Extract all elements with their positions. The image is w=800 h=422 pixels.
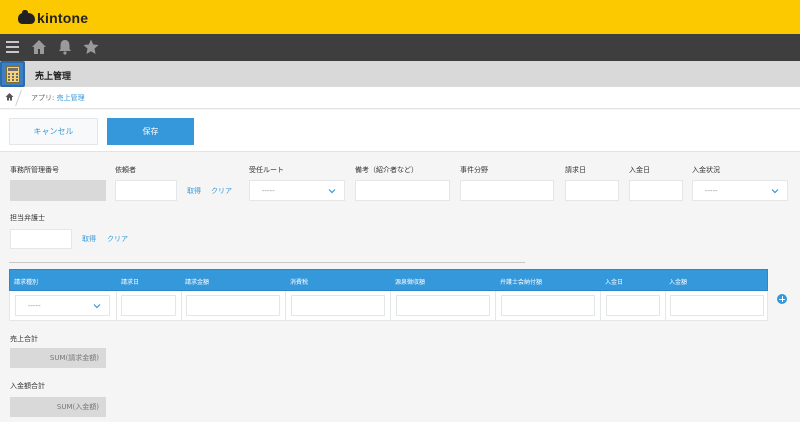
bell-icon[interactable] <box>56 38 74 56</box>
breadcrumb-prefix: アプリ: <box>31 94 57 102</box>
payment-total-label: 入金額合計 <box>10 382 45 390</box>
office-number-field <box>10 180 106 201</box>
row-billing-amount-input[interactable] <box>186 295 280 316</box>
payment-status-select[interactable]: ----- <box>692 180 788 201</box>
sales-total-label: 売上合計 <box>10 335 38 343</box>
star-icon[interactable] <box>82 38 100 56</box>
column-header: 消費税 <box>290 279 309 286</box>
home-icon[interactable] <box>30 38 48 56</box>
billing-type-value: ----- <box>28 301 41 310</box>
cell-divider <box>600 291 601 320</box>
chevron-down-icon <box>328 188 336 193</box>
row-withholding-input[interactable] <box>396 295 490 316</box>
requester-fetch-link[interactable]: 取得 <box>187 186 201 196</box>
sales-total-field: SUM(請求金額) <box>10 348 106 368</box>
requester-clear-link[interactable]: クリア <box>211 186 232 196</box>
billing-type-select[interactable]: ----- <box>15 295 110 316</box>
chevron-down-icon <box>93 303 101 308</box>
attorney-fetch-link[interactable]: 取得 <box>82 234 96 244</box>
logo-text: kintone <box>37 10 89 26</box>
requester-label: 依頼者 <box>115 166 136 174</box>
cell-divider <box>390 291 391 320</box>
column-header: 入金額 <box>669 279 688 286</box>
breadcrumb-text: アプリ: 売上管理 <box>31 93 85 103</box>
column-header: 弁護士会納付額 <box>500 279 543 286</box>
add-row-icon[interactable] <box>777 294 787 304</box>
menu-icon[interactable] <box>4 38 22 56</box>
cell-divider <box>285 291 286 320</box>
column-header: 請求日 <box>121 279 140 286</box>
payment-status-value: ----- <box>705 186 718 195</box>
row-tax-input[interactable] <box>291 295 385 316</box>
calculator-icon[interactable] <box>0 61 25 87</box>
global-nav <box>0 34 800 61</box>
section-divider <box>9 262 525 263</box>
requester-input[interactable] <box>115 180 177 201</box>
office-number-label: 事務所管理番号 <box>10 166 59 174</box>
action-bar: キャンセル 保存 <box>0 110 800 152</box>
row-payment-date-input[interactable] <box>606 295 660 316</box>
top-header: kintone <box>0 0 800 34</box>
breadcrumb: アプリ: 売上管理 <box>0 87 800 109</box>
remarks-label: 備考（紹介者など） <box>355 166 418 174</box>
attorney-input[interactable] <box>10 229 72 249</box>
app-bar: 売上管理 <box>0 61 800 87</box>
attorney-clear-link[interactable]: クリア <box>107 234 128 244</box>
remarks-input[interactable] <box>355 180 450 201</box>
payment-total-field: SUM(入金額) <box>10 397 106 417</box>
kintone-logo-icon <box>18 9 35 24</box>
attorney-label: 担当弁護士 <box>10 214 45 222</box>
column-header: 請求金額 <box>185 279 210 286</box>
home-icon[interactable] <box>5 92 14 101</box>
payment-status-label: 入金状況 <box>692 166 720 174</box>
breadcrumb-separator <box>15 90 22 106</box>
billing-date-label: 請求日 <box>565 166 586 174</box>
case-field-label: 事件分野 <box>460 166 488 174</box>
row-billing-date-input[interactable] <box>121 295 176 316</box>
column-header: 入金日 <box>605 279 624 286</box>
cell-divider <box>181 291 182 320</box>
row-bar-payment-input[interactable] <box>501 295 595 316</box>
chevron-down-icon <box>771 188 779 193</box>
reception-route-label: 受任ルート <box>249 166 284 174</box>
reception-route-select[interactable]: ----- <box>249 180 345 201</box>
cancel-button[interactable]: キャンセル <box>9 118 98 145</box>
app-title: 売上管理 <box>35 72 72 82</box>
save-button[interactable]: 保存 <box>107 118 194 145</box>
reception-route-value: ----- <box>262 186 275 195</box>
cell-divider <box>665 291 666 320</box>
table-row: ----- <box>9 291 768 321</box>
payment-date-label: 入金日 <box>629 166 650 174</box>
breadcrumb-app-link[interactable]: 売上管理 <box>57 94 85 102</box>
cell-divider <box>495 291 496 320</box>
column-header: 源泉徴収額 <box>395 279 426 286</box>
payment-date-input[interactable] <box>629 180 683 201</box>
billing-date-input[interactable] <box>565 180 619 201</box>
case-field-input[interactable] <box>460 180 554 201</box>
column-header: 請求種別 <box>14 279 39 286</box>
row-payment-amount-input[interactable] <box>670 295 764 316</box>
kintone-logo[interactable]: kintone <box>18 9 89 26</box>
cell-divider <box>116 291 117 320</box>
billing-table-header: 請求種別 請求日 請求金額 消費税 源泉徴収額 弁護士会納付額 入金日 入金額 <box>9 269 768 291</box>
